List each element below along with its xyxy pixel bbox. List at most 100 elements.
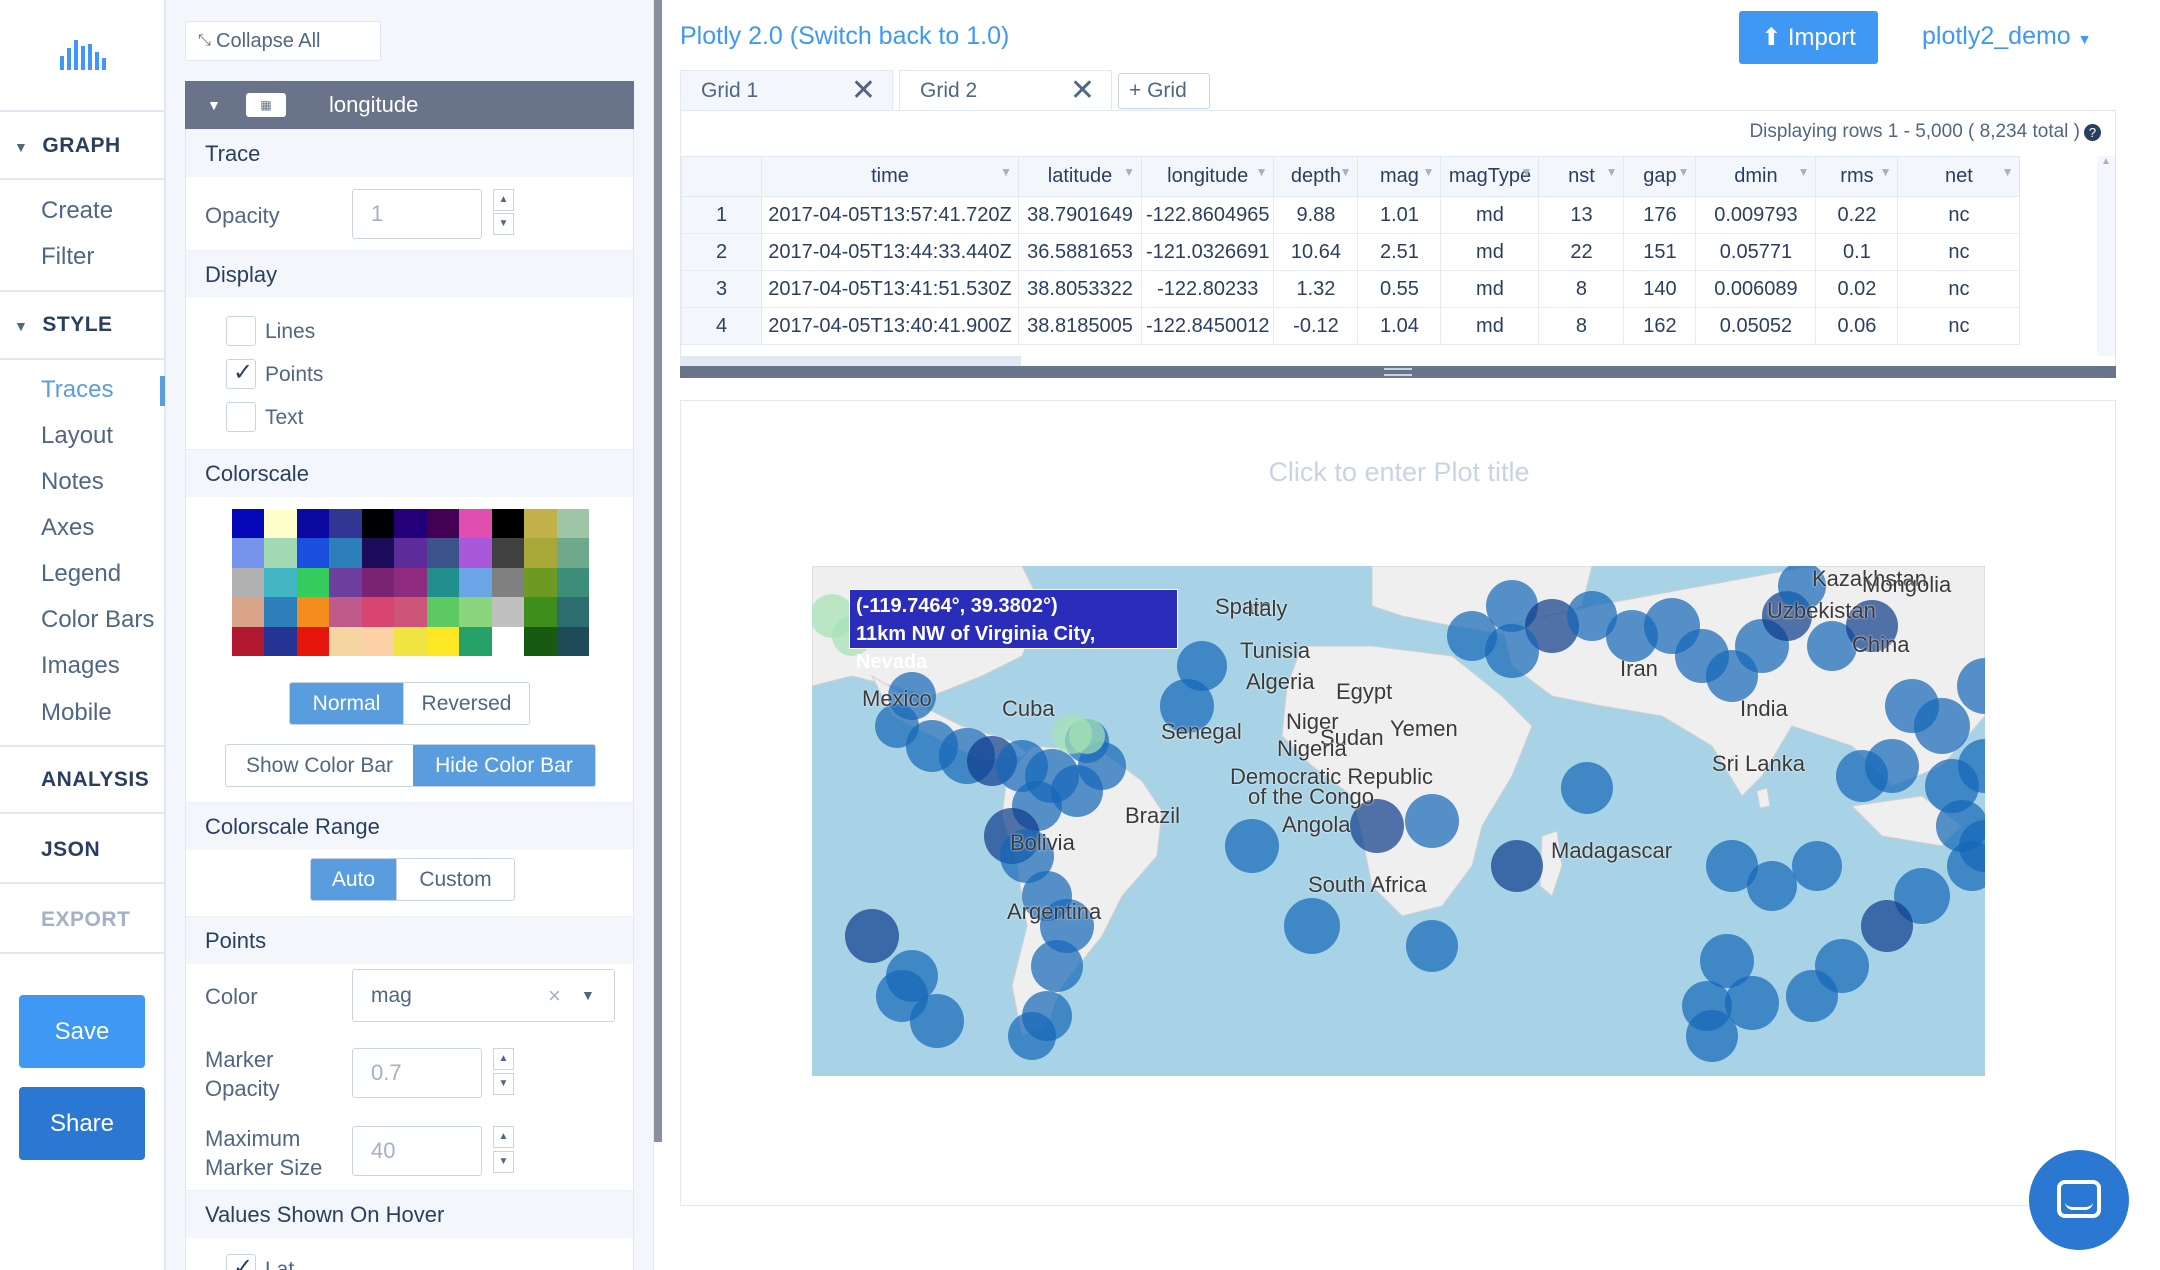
grid-cell[interactable]: 2017-04-05T13:41:51.530Z bbox=[761, 270, 1019, 308]
grid-cell[interactable]: 0.22 bbox=[1815, 196, 1899, 234]
grid-cell[interactable]: 140 bbox=[1623, 270, 1697, 308]
hide-color-bar-button[interactable]: Hide Color Bar bbox=[413, 745, 595, 786]
grid-cell[interactable]: 0.05052 bbox=[1695, 307, 1817, 345]
colorscale-swatch[interactable] bbox=[329, 567, 362, 598]
nav-item-images[interactable]: Images bbox=[41, 652, 120, 680]
grid-cell[interactable]: -122.8450012 bbox=[1140, 307, 1275, 345]
colorscale-swatch[interactable] bbox=[426, 538, 460, 568]
grid-column-header[interactable]: dmin ▼ bbox=[1695, 156, 1817, 197]
grid-cell[interactable]: 2017-04-05T13:57:41.720Z bbox=[761, 196, 1019, 234]
color-dropdown[interactable]: mag × ▼ bbox=[352, 969, 615, 1022]
grid-cell[interactable]: 0.1 bbox=[1815, 233, 1899, 271]
colorscale-swatch[interactable] bbox=[556, 509, 589, 539]
grid-column-header[interactable]: latitude ▼ bbox=[1018, 156, 1142, 197]
colorscale-swatch[interactable] bbox=[524, 509, 557, 539]
nav-item-create[interactable]: Create bbox=[41, 197, 113, 225]
earthquake-marker[interactable] bbox=[1031, 940, 1083, 992]
colorscale-swatch[interactable] bbox=[329, 509, 362, 539]
add-grid-button[interactable]: + Grid bbox=[1118, 73, 1210, 109]
tab-grid-2[interactable]: Grid 2 ✕ bbox=[899, 70, 1112, 110]
column-menu-icon[interactable]: ▼ bbox=[1256, 165, 1268, 179]
user-menu[interactable]: plotly2_demo ▼ bbox=[1922, 22, 2092, 51]
colorscale-swatch[interactable] bbox=[556, 538, 589, 568]
colorscale-swatch[interactable] bbox=[232, 509, 265, 539]
colorscale-swatch[interactable] bbox=[361, 538, 395, 568]
colorscale-swatch[interactable] bbox=[426, 626, 460, 656]
colorscale-swatch[interactable] bbox=[361, 509, 395, 539]
text-checkbox[interactable] bbox=[226, 402, 256, 432]
colorscale-swatch[interactable] bbox=[394, 509, 427, 539]
opacity-increment-button[interactable]: ▲ bbox=[493, 189, 514, 211]
nav-analysis[interactable]: ANALYSIS bbox=[41, 768, 149, 792]
column-menu-icon[interactable]: ▼ bbox=[1000, 165, 1012, 179]
grid-cell[interactable]: 0.006089 bbox=[1695, 270, 1817, 308]
row-number-cell[interactable]: 3 bbox=[681, 270, 762, 308]
grid-cell[interactable]: 1.04 bbox=[1357, 307, 1442, 345]
close-icon[interactable]: ✕ bbox=[851, 71, 876, 111]
grid-column-header[interactable]: gap ▼ bbox=[1623, 156, 1697, 197]
nav-item-legend[interactable]: Legend bbox=[41, 560, 121, 588]
table-row[interactable]: 3 2017-04-05T13:41:51.530Z 38.8053322 -122.… bbox=[681, 270, 2021, 308]
grid-cell[interactable]: 151 bbox=[1623, 233, 1697, 271]
colorscale-swatch[interactable] bbox=[524, 597, 557, 627]
colorscale-swatch[interactable] bbox=[329, 538, 362, 568]
earthquake-marker[interactable] bbox=[1561, 762, 1613, 814]
colorscale-swatch[interactable] bbox=[264, 626, 297, 656]
tab-grid-1[interactable]: Grid 1 ✕ bbox=[680, 70, 893, 110]
earthquake-marker[interactable] bbox=[1284, 898, 1340, 954]
grid-cell[interactable]: md bbox=[1440, 307, 1540, 345]
section-display[interactable]: Display bbox=[186, 250, 633, 298]
table-row[interactable]: 2 2017-04-05T13:44:33.440Z 36.5881653 -121.… bbox=[681, 233, 2021, 271]
colorscale-swatch[interactable] bbox=[394, 567, 427, 598]
marker-opacity-input[interactable]: 0.7 bbox=[352, 1048, 482, 1098]
earthquake-marker[interactable] bbox=[1491, 840, 1543, 892]
colorscale-swatch[interactable] bbox=[361, 626, 395, 656]
earthquake-marker[interactable] bbox=[1747, 861, 1797, 911]
section-points[interactable]: Points bbox=[186, 916, 633, 964]
grid-cell[interactable]: 0.009793 bbox=[1695, 196, 1817, 234]
colorscale-swatch[interactable] bbox=[491, 567, 525, 598]
column-menu-icon[interactable]: ▼ bbox=[1423, 165, 1435, 179]
colorscale-swatch[interactable] bbox=[232, 597, 265, 627]
grid-cell[interactable]: 162 bbox=[1623, 307, 1697, 345]
grid-cell[interactable]: 8 bbox=[1538, 270, 1625, 308]
row-number-cell[interactable]: 1 bbox=[681, 196, 762, 234]
grid-cell[interactable]: 0.55 bbox=[1357, 270, 1442, 308]
nav-item-mobile[interactable]: Mobile bbox=[41, 699, 112, 727]
close-icon[interactable]: ✕ bbox=[1070, 71, 1095, 111]
opacity-input[interactable]: 1 bbox=[352, 189, 482, 239]
earthquake-marker[interactable] bbox=[1406, 920, 1458, 972]
colorscale-swatch[interactable] bbox=[426, 567, 460, 598]
grid-cell[interactable]: nc bbox=[1897, 233, 2021, 271]
colorscale-swatch[interactable] bbox=[264, 597, 297, 627]
grid-cell[interactable]: nc bbox=[1897, 196, 2021, 234]
colorscale-swatch[interactable] bbox=[459, 567, 492, 598]
grid-cell[interactable]: md bbox=[1440, 196, 1540, 234]
earthquake-marker[interactable] bbox=[1225, 819, 1279, 873]
earthquake-marker[interactable] bbox=[1069, 718, 1105, 754]
grid-cell[interactable]: 2017-04-05T13:44:33.440Z bbox=[761, 233, 1019, 271]
column-menu-icon[interactable]: ▼ bbox=[1606, 165, 1618, 179]
opacity-decrement-button[interactable]: ▼ bbox=[493, 213, 514, 235]
table-row[interactable]: 1 2017-04-05T13:57:41.720Z 38.7901649 -122.… bbox=[681, 196, 2021, 234]
grid-cell[interactable]: 10.64 bbox=[1273, 233, 1359, 271]
section-hover-values[interactable]: Values Shown On Hover bbox=[186, 1190, 633, 1238]
colorscale-swatch[interactable] bbox=[264, 567, 297, 598]
colorscale-swatch[interactable] bbox=[296, 597, 330, 627]
section-colorscale[interactable]: Colorscale bbox=[186, 449, 633, 497]
colorscale-swatch[interactable] bbox=[394, 538, 427, 568]
colorscale-swatch[interactable] bbox=[232, 626, 265, 656]
grid-cell[interactable]: 2.51 bbox=[1357, 233, 1442, 271]
grid-cell[interactable]: 2017-04-05T13:40:41.900Z bbox=[761, 307, 1019, 345]
earthquake-marker[interactable] bbox=[1861, 900, 1913, 952]
grid-cell[interactable]: -121.0326691 bbox=[1140, 233, 1275, 271]
grid-column-header[interactable]: longitude ▼ bbox=[1140, 156, 1275, 197]
grid-cell[interactable]: 22 bbox=[1538, 233, 1625, 271]
colorscale-swatch[interactable] bbox=[556, 626, 589, 656]
grid-column-header[interactable]: mag ▼ bbox=[1357, 156, 1442, 197]
nav-item-notes[interactable]: Notes bbox=[41, 468, 104, 496]
colorscale-swatch[interactable] bbox=[394, 626, 427, 656]
grid-column-header[interactable]: magType ▼ bbox=[1440, 156, 1540, 197]
column-menu-icon[interactable]: ▼ bbox=[1123, 165, 1135, 179]
grid-cell[interactable]: md bbox=[1440, 233, 1540, 271]
